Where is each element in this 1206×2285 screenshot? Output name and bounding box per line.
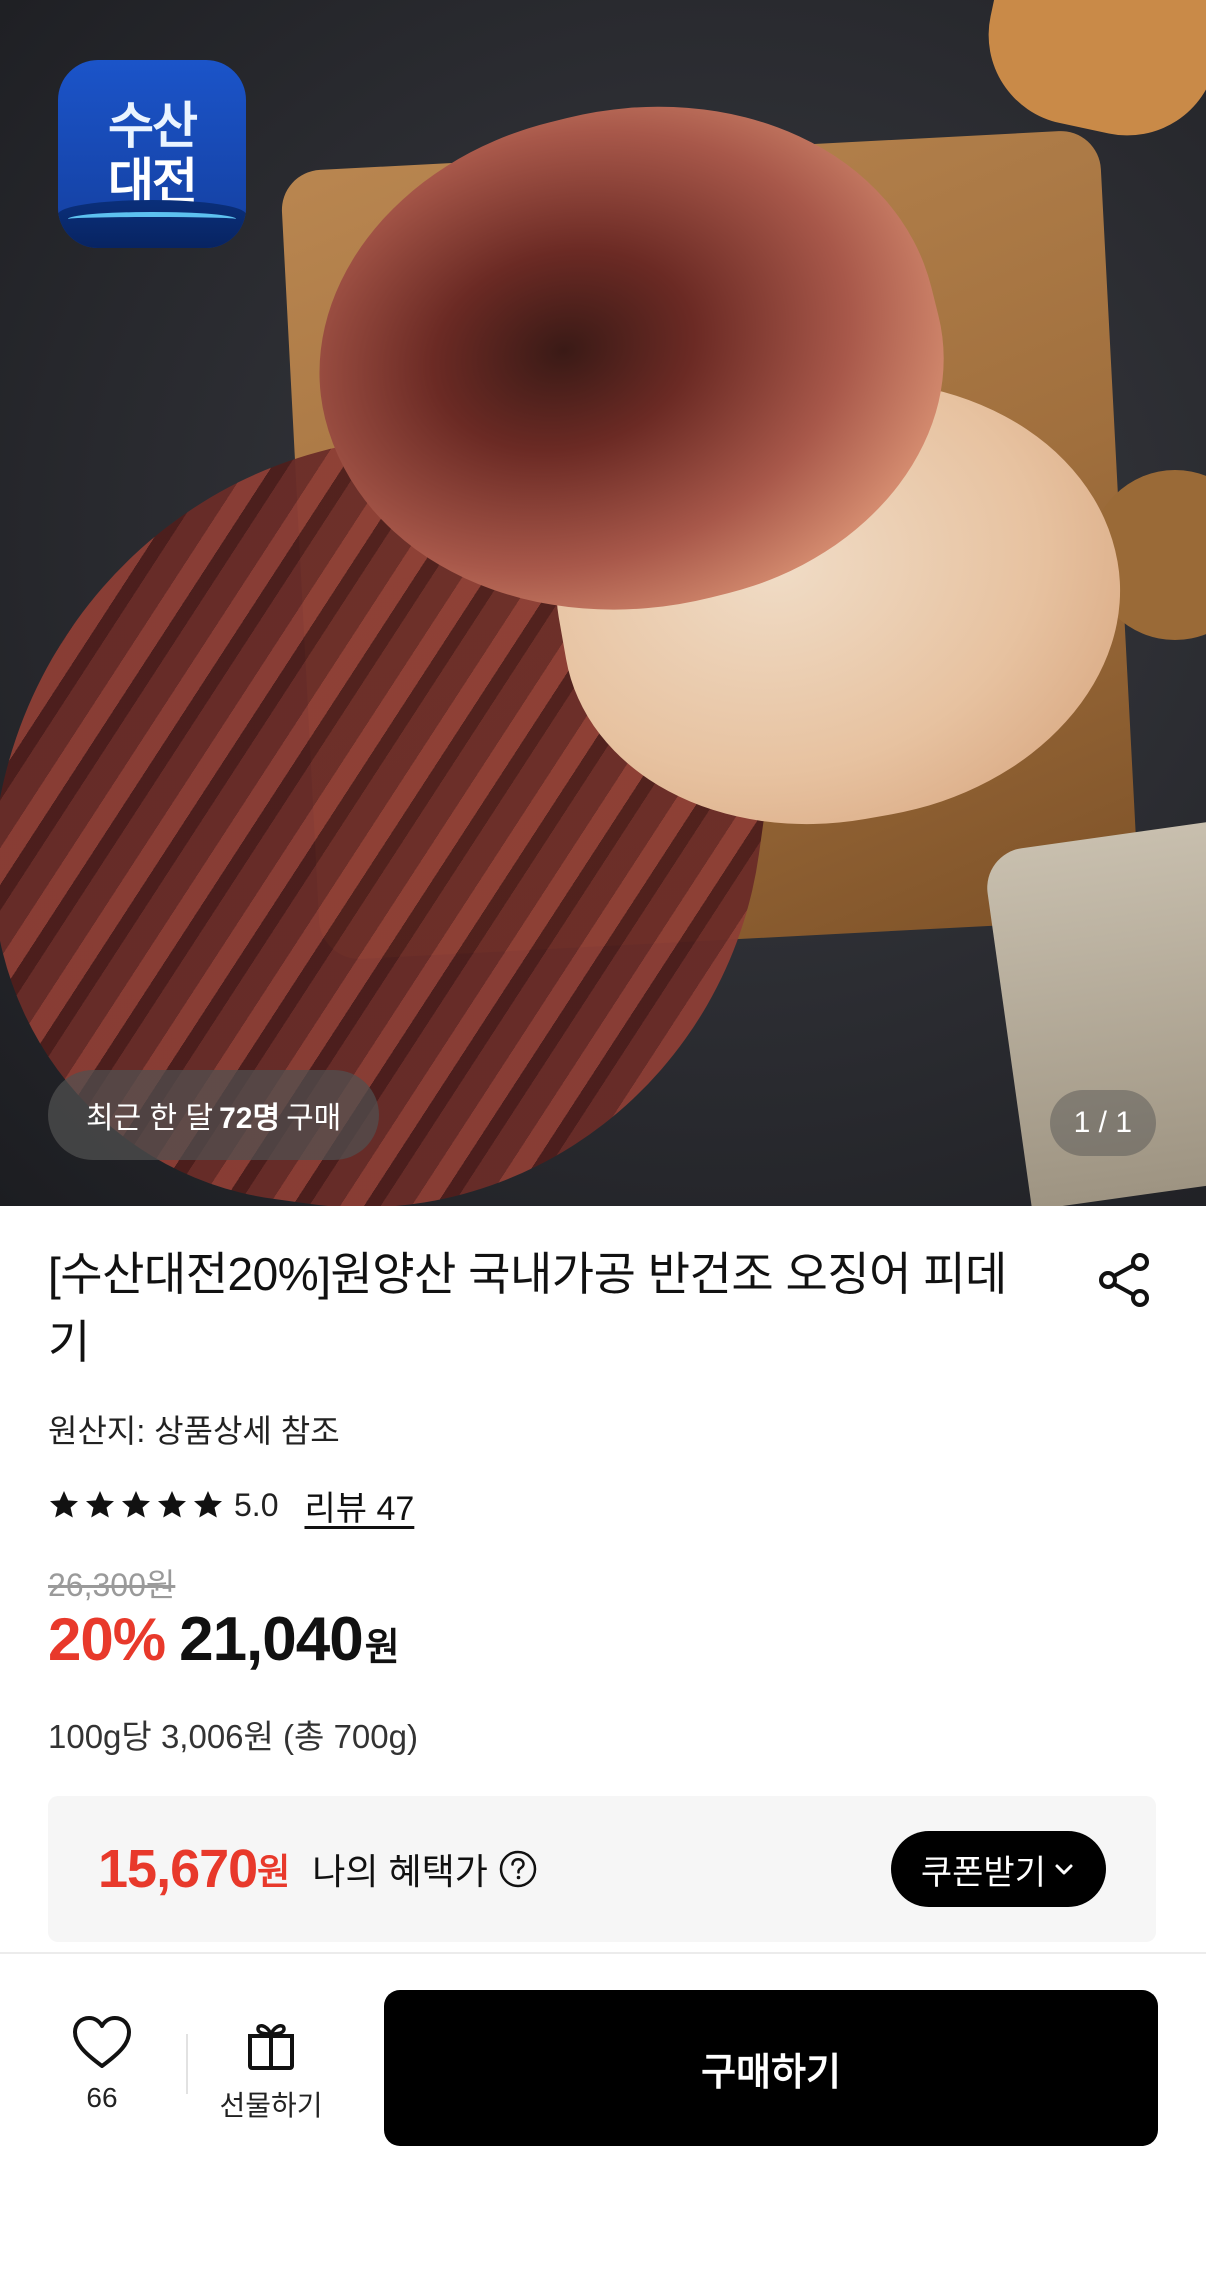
coupon-button[interactable]: 쿠폰받기 [890, 1831, 1106, 1907]
coupon-label: 쿠폰받기 [920, 1853, 1046, 1892]
sale-price-unit: 원 [364, 1627, 400, 1669]
reviews-link[interactable]: 리뷰 47 [304, 1481, 414, 1530]
benefit-price: 15,670 [98, 1839, 258, 1899]
like-count: 66 [86, 2082, 118, 2113]
star-icon [50, 1491, 78, 1518]
original-price: 26,300원 [48, 1567, 176, 1603]
recent-prefix: 최근 한 달 [86, 1102, 214, 1135]
product-image[interactable]: 수산 대전 최근 한 달 72명 구매 1 / 1 [0, 0, 1206, 1206]
recent-suffix: 구매 [286, 1102, 342, 1135]
like-button[interactable]: 66 [50, 2014, 154, 2114]
share-icon [1099, 1253, 1149, 1307]
star-icon [158, 1491, 186, 1518]
recent-purchase-badge: 최근 한 달 72명 구매 [48, 1070, 380, 1160]
star-icon [194, 1491, 222, 1518]
rating-stars [48, 1489, 224, 1521]
logo-wave-line [68, 212, 236, 226]
wooden-spoon-decoration [971, 0, 1206, 153]
discount-rate: 20% [48, 1606, 166, 1673]
gift-button[interactable]: 선물하기 [206, 2018, 336, 2124]
origin-info: 원산지: 상품상세 참조 [48, 1413, 340, 1449]
question-circle-icon[interactable] [498, 1849, 538, 1889]
benefit-price-unit: 원 [257, 1851, 291, 1892]
star-icon [122, 1491, 150, 1518]
bottom-bar-separator [186, 2034, 188, 2094]
rating-score: 5.0 [234, 1486, 279, 1523]
gift-label: 선물하기 [219, 2090, 323, 2121]
benefit-price-box: 15,670 원 나의 혜택가 쿠폰받기 [48, 1796, 1156, 1942]
product-title: [수산대전20%]원양산 국내가공 반건조 오징어 피데기 [48, 1248, 1007, 1368]
share-button[interactable] [1092, 1248, 1156, 1312]
rating-row: 5.0 리뷰 47 [48, 1480, 414, 1530]
brand-logo: 수산 대전 [58, 60, 246, 248]
gift-icon [248, 2024, 294, 2070]
chevron-down-icon [1055, 1864, 1073, 1875]
unit-price: 100g당 3,006원 (총 700g) [48, 1718, 418, 1755]
bottom-action-bar: 66 선물하기 구매하기 [0, 1954, 1206, 2285]
heart-icon [73, 2016, 131, 2068]
price-row: 20% 21,040 원 [48, 1604, 400, 1675]
recent-count: 72명 [219, 1102, 281, 1135]
logo-text-line1: 수산 [108, 97, 198, 155]
sale-price: 21,040 [179, 1605, 364, 1674]
benefit-label: 나의 혜택가 [312, 1851, 488, 1892]
image-pager: 1 / 1 [1049, 1090, 1156, 1156]
buy-button[interactable]: 구매하기 [384, 1990, 1158, 2146]
star-icon [86, 1491, 114, 1518]
